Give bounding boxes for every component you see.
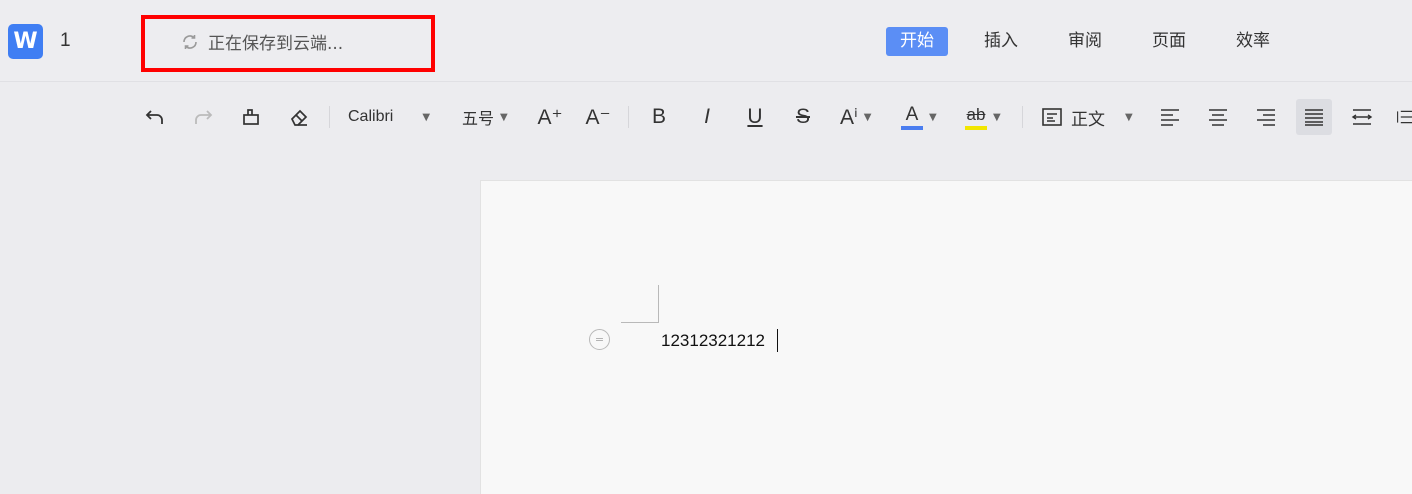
tab-page[interactable]: 页面: [1138, 27, 1200, 56]
font-size-select[interactable]: 五号 ▼: [462, 99, 520, 135]
tab-review[interactable]: 审阅: [1054, 27, 1116, 56]
wps-writer-logo: W: [8, 24, 43, 59]
highlight-button[interactable]: ab ▼: [965, 99, 1011, 135]
document-page[interactable]: [480, 180, 1412, 494]
formatting-toolbar: Calibri ▼ 五号 ▼ A⁺ A⁻ B I U S Aⁱ ▼ A ▼ ab…: [0, 82, 1412, 152]
title-bar: W 1 正在保存到云端... 开始 插入 审阅 页面 效率: [0, 0, 1412, 82]
paragraph-handle-icon[interactable]: =: [589, 329, 610, 350]
toolbar-divider: [329, 106, 330, 128]
toolbar-divider: [628, 106, 629, 128]
underline-button[interactable]: U: [744, 99, 766, 135]
bold-button[interactable]: B: [648, 99, 670, 135]
highlight-label: ab: [966, 104, 986, 124]
save-status: 正在保存到云端...: [180, 29, 343, 54]
tab-insert[interactable]: 插入: [970, 27, 1032, 56]
italic-button[interactable]: I: [697, 99, 717, 135]
font-color-label: A: [905, 103, 919, 125]
tab-start[interactable]: 开始: [886, 27, 948, 56]
ribbon-tabs: 开始 插入 审阅 页面 效率: [886, 27, 1306, 56]
save-status-text: 正在保存到云端...: [208, 34, 344, 54]
align-left-button[interactable]: [1156, 99, 1184, 135]
line-spacing-button[interactable]: [1396, 99, 1412, 135]
font-size-value: 五号: [462, 109, 495, 128]
decrease-font-button[interactable]: A⁻: [585, 99, 610, 135]
chevron-down-icon: ▼: [929, 111, 937, 123]
sync-spinner-icon: [180, 32, 200, 52]
distributed-align-button[interactable]: [1348, 99, 1376, 135]
document-title[interactable]: 1: [60, 30, 71, 52]
align-left-icon: [1161, 109, 1179, 126]
font-color-button[interactable]: A ▼: [901, 99, 947, 135]
undo-button[interactable]: [140, 99, 170, 135]
font-family-select[interactable]: Calibri ▼: [348, 99, 444, 135]
paragraph-style-select[interactable]: 正文 ▼: [1041, 99, 1141, 135]
redo-icon: [195, 110, 213, 124]
margin-corner-mark: [621, 285, 659, 323]
chevron-down-icon: ▼: [993, 111, 1001, 123]
style-icon: [1042, 108, 1062, 126]
text-effect-button[interactable]: Aⁱ ▼: [840, 99, 884, 135]
align-right-icon: [1257, 109, 1275, 126]
strikethrough-button[interactable]: S: [792, 99, 814, 135]
distribute-icon: [1351, 109, 1373, 125]
redo-button[interactable]: [188, 99, 218, 135]
highlight-color-swatch: [965, 125, 987, 130]
line-spacing-icon: [1397, 110, 1412, 124]
text-cursor: [777, 329, 778, 352]
document-text[interactable]: 12312321212: [661, 330, 765, 352]
format-painter-button[interactable]: [236, 99, 266, 135]
font-family-value: Calibri: [348, 108, 394, 125]
align-right-button[interactable]: [1252, 99, 1280, 135]
undo-icon: [145, 110, 163, 124]
paragraph-style-value: 正文: [1071, 109, 1105, 130]
align-center-icon: [1209, 109, 1227, 126]
font-color-swatch: [901, 125, 923, 130]
chevron-down-icon: ▼: [500, 111, 508, 123]
increase-font-button[interactable]: A⁺: [537, 99, 563, 135]
justify-button[interactable]: [1296, 99, 1332, 135]
eraser-icon: [290, 109, 308, 126]
toolbar-divider: [1022, 106, 1023, 128]
chevron-down-icon: ▼: [863, 111, 872, 123]
format-painter-icon: [243, 109, 259, 125]
align-center-button[interactable]: [1204, 99, 1232, 135]
tab-efficiency[interactable]: 效率: [1222, 27, 1284, 56]
text-effect-label: Aⁱ: [840, 105, 858, 129]
chevron-down-icon: ▼: [1125, 111, 1133, 123]
clear-format-button[interactable]: [284, 99, 314, 135]
chevron-down-icon: ▼: [422, 111, 431, 123]
justify-icon: [1305, 109, 1323, 126]
